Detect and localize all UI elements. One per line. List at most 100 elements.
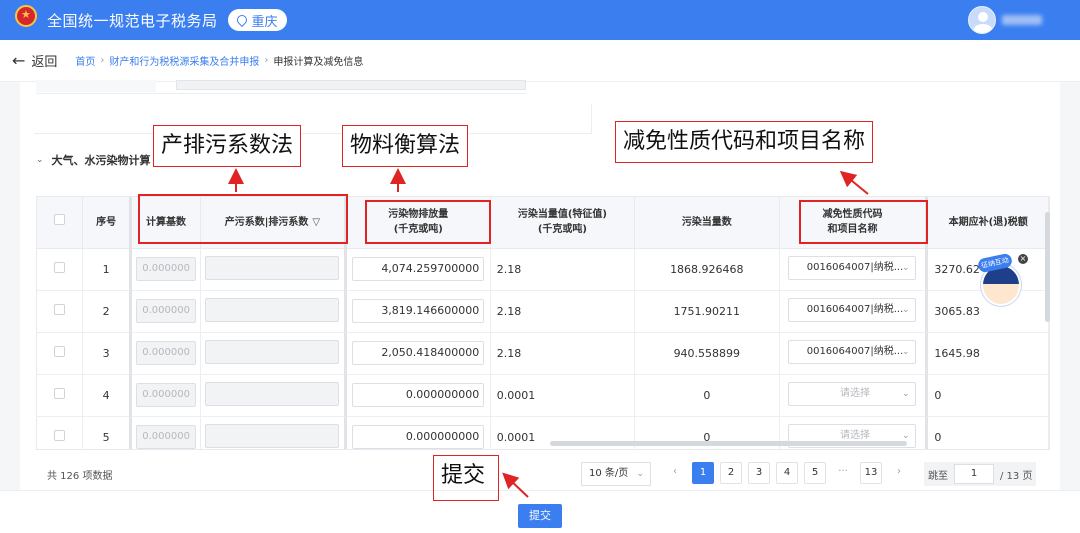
partial-form-label bbox=[36, 80, 156, 92]
relief-select[interactable]: 0016064007|纳税... ⌄ bbox=[788, 255, 917, 280]
coef-input-disabled bbox=[205, 381, 340, 406]
vertical-scrollbar[interactable] bbox=[1045, 212, 1050, 442]
back-button[interactable]: ← 返回 bbox=[12, 51, 57, 70]
user-menu[interactable] bbox=[968, 6, 1042, 34]
row-checkbox[interactable] bbox=[54, 346, 66, 357]
avatar[interactable] bbox=[968, 6, 996, 34]
page-button[interactable]: 1 bbox=[692, 462, 714, 484]
relief-select[interactable]: 0016064007|纳税... ⌄ bbox=[788, 339, 917, 364]
region-selector[interactable]: 重庆 bbox=[227, 9, 287, 31]
breadcrumb-current: 申报计算及减免信息 bbox=[273, 57, 364, 68]
page-size-select[interactable]: 10 条/页 ⌄ bbox=[581, 462, 651, 486]
relief-select-value: 0016064007|纳税... bbox=[806, 345, 904, 357]
row-emission-cell: 0.000000000 bbox=[343, 374, 491, 417]
relief-select-placeholder: 请选择 bbox=[839, 429, 870, 441]
breadcrumb-bar: ← 返回 首页 › 财产和行为税税源采集及合并申报 › 申报计算及减免信息 bbox=[0, 40, 1080, 82]
row-select bbox=[37, 332, 84, 375]
row-base-cell: 0.000000 bbox=[128, 416, 201, 449]
partial-form-row bbox=[36, 80, 526, 94]
row-coef-cell bbox=[200, 416, 346, 449]
page-ellipsis[interactable]: ··· bbox=[832, 462, 854, 484]
row-coef-cell bbox=[200, 332, 346, 375]
breadcrumb-home[interactable]: 首页 bbox=[75, 53, 95, 68]
row-index: 4 bbox=[82, 374, 131, 417]
close-icon[interactable]: × bbox=[1018, 254, 1028, 264]
user-name-blurred bbox=[1002, 15, 1042, 25]
app-title: 全国统一规范电子税务局 bbox=[47, 11, 218, 30]
row-emission-cell: 0.000000000 bbox=[343, 416, 491, 449]
emission-input[interactable]: 0.000000000 bbox=[352, 383, 485, 407]
breadcrumb-tax-collection[interactable]: 财产和行为税税源采集及合并申报 bbox=[109, 53, 259, 68]
row-coef-cell bbox=[200, 248, 346, 291]
total-count: 共 126 项数据 bbox=[47, 471, 113, 482]
emission-input[interactable]: 0.000000000 bbox=[352, 425, 485, 449]
assistant-mascot[interactable]: 征纳互动 × bbox=[976, 252, 1028, 310]
row-select bbox=[37, 248, 84, 291]
callout-coef-method: 产排污系数法 bbox=[153, 125, 302, 167]
row-tax: 0 bbox=[925, 374, 1049, 417]
row-equiv: 2.18 bbox=[490, 290, 636, 333]
row-relief-cell: 0016064007|纳税... ⌄ bbox=[779, 332, 928, 375]
submit-button[interactable]: 提交 bbox=[518, 504, 562, 528]
page-jump: 跳至 1 / 13 页 bbox=[924, 462, 1037, 486]
base-input-disabled: 0.000000 bbox=[135, 299, 196, 323]
page-button[interactable]: 5 bbox=[804, 462, 826, 484]
row-index: 2 bbox=[82, 290, 131, 333]
page-button[interactable]: 13 bbox=[860, 462, 882, 484]
coef-input-disabled bbox=[205, 339, 340, 364]
relief-select-placeholder: 请选择 bbox=[839, 387, 870, 399]
page-button[interactable]: 4 bbox=[776, 462, 798, 484]
callout-submit: 提交 bbox=[441, 463, 486, 488]
emission-input[interactable]: 4,074.259700000 bbox=[352, 257, 485, 281]
chevron-down-icon: ⌄ bbox=[901, 388, 910, 399]
section-title: 大气、水污染物计算 bbox=[51, 154, 151, 167]
page-button[interactable]: 3 bbox=[748, 462, 770, 484]
row-emission-cell: 4,074.259700000 bbox=[343, 248, 491, 291]
partial-form-box bbox=[34, 104, 592, 134]
row-base-cell: 0.000000 bbox=[128, 248, 201, 291]
header-equiv-line1: 污染当量值(特征值) bbox=[517, 209, 607, 221]
header-tax: 本期应补(退)税额 bbox=[925, 197, 1049, 249]
row-select bbox=[37, 416, 84, 449]
row-select bbox=[37, 374, 84, 417]
partial-form-input[interactable] bbox=[176, 80, 526, 90]
select-all-checkbox[interactable] bbox=[54, 214, 66, 226]
coef-input-disabled bbox=[205, 423, 340, 448]
coef-input-disabled bbox=[205, 255, 340, 280]
row-checkbox[interactable] bbox=[54, 304, 66, 315]
row-coef-cell bbox=[200, 374, 346, 417]
row-relief-cell: 0016064007|纳税... ⌄ bbox=[779, 290, 928, 333]
row-checkbox[interactable] bbox=[54, 262, 66, 273]
coef-input-disabled bbox=[205, 297, 340, 322]
relief-select[interactable]: 请选择 ⌄ bbox=[788, 381, 917, 406]
row-equiv: 2.18 bbox=[490, 332, 636, 375]
chevron-down-icon: ⌄ bbox=[901, 346, 910, 357]
table-row: 4 0.000000 0.000000000 0.0001 0 请选择 ⌄ 0 bbox=[37, 374, 1049, 417]
row-checkbox[interactable] bbox=[54, 430, 66, 441]
row-equiv: 0.0001 bbox=[490, 374, 636, 417]
arrow-left-icon: ← bbox=[12, 51, 26, 70]
base-input-disabled: 0.000000 bbox=[135, 341, 196, 365]
emission-input[interactable]: 3,819.146600000 bbox=[352, 299, 485, 323]
location-pin-icon bbox=[234, 12, 249, 28]
region-label: 重庆 bbox=[251, 14, 278, 30]
chevron-down-icon: ⌄ bbox=[636, 469, 644, 479]
highlight-emission-column bbox=[365, 200, 491, 244]
emission-input[interactable]: 2,050.418400000 bbox=[352, 341, 485, 365]
page-button[interactable]: 2 bbox=[720, 462, 742, 484]
breadcrumb-separator: › bbox=[100, 55, 105, 66]
next-page-button[interactable]: › bbox=[888, 462, 910, 484]
relief-select[interactable]: 0016064007|纳税... ⌄ bbox=[788, 297, 917, 322]
row-checkbox[interactable] bbox=[54, 388, 66, 399]
header-index: 序号 bbox=[82, 197, 131, 249]
row-equiv-count: 1868.926468 bbox=[634, 248, 780, 291]
row-relief-cell: 请选择 ⌄ bbox=[779, 374, 928, 417]
header-equiv: 污染当量值(特征值) (千克或吨) bbox=[490, 197, 636, 249]
section-header[interactable]: ⌄ 大气、水污染物计算 bbox=[36, 152, 151, 168]
row-base-cell: 0.000000 bbox=[128, 332, 201, 375]
prev-page-button[interactable]: ‹ bbox=[664, 462, 686, 484]
header-equiv-count: 污染当量数 bbox=[634, 197, 780, 249]
page-jump-input[interactable]: 1 bbox=[954, 464, 994, 484]
horizontal-scrollbar[interactable] bbox=[550, 441, 907, 446]
vertical-scrollbar-thumb[interactable] bbox=[1045, 212, 1050, 322]
